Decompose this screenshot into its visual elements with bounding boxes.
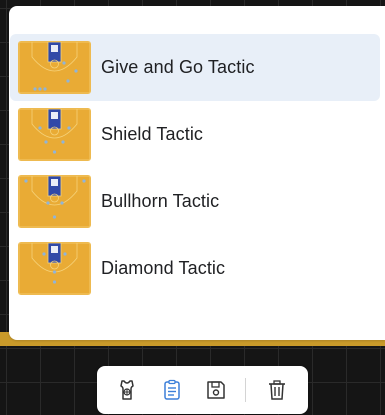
- tactic-label: Shield Tactic: [101, 124, 204, 144]
- tactic-label: Diamond Tactic: [101, 258, 226, 278]
- tactic-label: Bullhorn Tactic: [101, 191, 220, 211]
- delete-button[interactable]: [264, 377, 290, 403]
- court-thumbnail: [18, 108, 91, 161]
- tactic-item-bullhorn[interactable]: Bullhorn Tactic: [10, 168, 380, 235]
- bottom-toolbar: [97, 366, 308, 414]
- court-thumbnail: [18, 175, 91, 228]
- tactic-item-diamond[interactable]: Diamond Tactic: [10, 235, 380, 302]
- toolbar-divider: [245, 378, 246, 402]
- jersey-button[interactable]: [114, 377, 140, 403]
- court-thumbnail: [18, 41, 91, 94]
- save-icon: [207, 381, 225, 399]
- trash-icon: [269, 380, 285, 400]
- court-thumbnail: [18, 242, 91, 295]
- clipboard-icon: [164, 379, 180, 400]
- tactic-item-shield[interactable]: Shield Tactic: [10, 101, 380, 168]
- jersey-icon: [120, 380, 134, 400]
- tactics-list-button[interactable]: [159, 377, 185, 403]
- tactic-label: Give and Go Tactic: [101, 57, 255, 77]
- save-button[interactable]: [203, 377, 229, 403]
- tactic-list: Give and Go Tactic Shield Tactic Bullhor…: [10, 34, 380, 302]
- tactic-item-give-and-go[interactable]: Give and Go Tactic: [10, 34, 380, 101]
